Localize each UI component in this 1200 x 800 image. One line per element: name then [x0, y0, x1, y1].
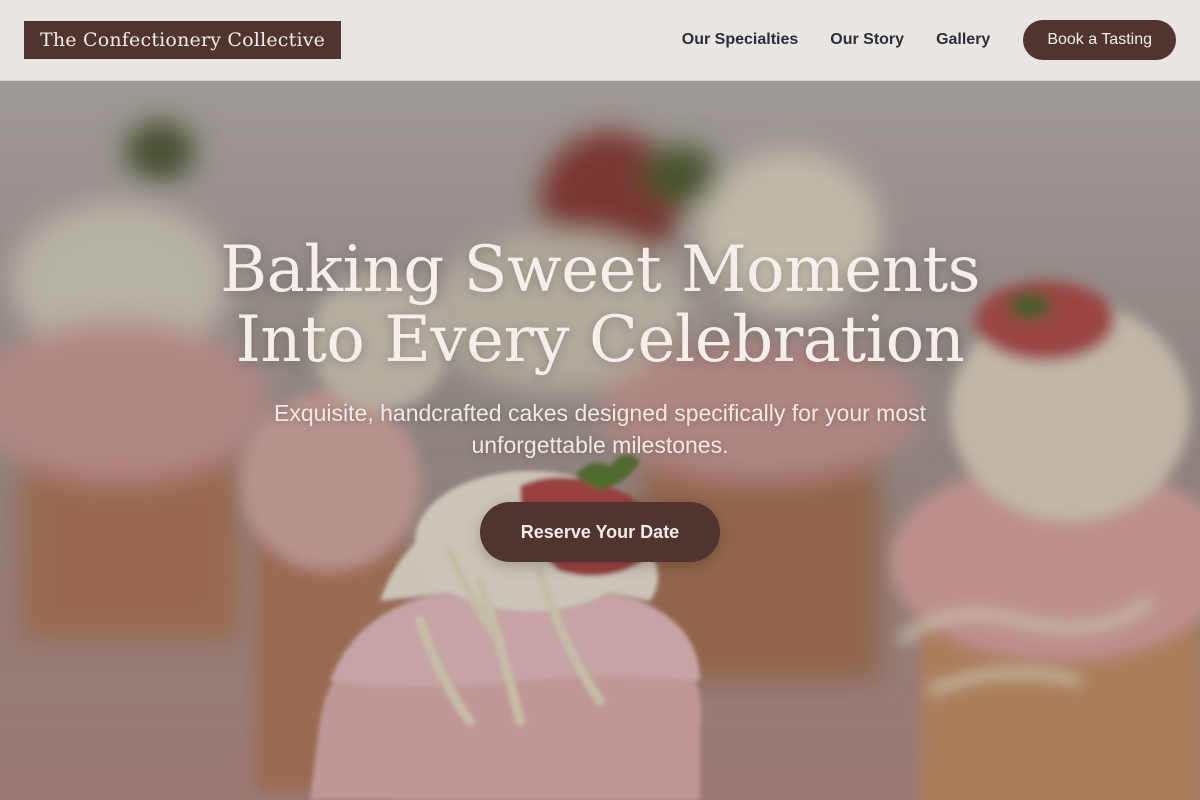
- site-header: The Confectionery Collective Our Special…: [0, 0, 1200, 81]
- hero-title: Baking Sweet Moments Into Every Celebrat…: [150, 235, 1050, 375]
- hero-content: Baking Sweet Moments Into Every Celebrat…: [0, 81, 1200, 800]
- nav-link-our-story[interactable]: Our Story: [830, 31, 904, 49]
- nav-link-gallery[interactable]: Gallery: [936, 31, 990, 49]
- hero-title-line-1: Baking Sweet Moments: [220, 233, 980, 307]
- hero-subtitle: Exquisite, handcrafted cakes designed sp…: [274, 400, 926, 458]
- hero-title-line-2: Into Every Celebration: [235, 303, 965, 377]
- reserve-date-button[interactable]: Reserve Your Date: [480, 502, 720, 562]
- site-logo[interactable]: The Confectionery Collective: [24, 21, 342, 59]
- nav-link-specialties[interactable]: Our Specialties: [682, 31, 799, 49]
- main-nav: Our Specialties Our Story Gallery Book a…: [682, 20, 1176, 60]
- hero-section: Baking Sweet Moments Into Every Celebrat…: [0, 81, 1200, 800]
- book-tasting-button[interactable]: Book a Tasting: [1023, 20, 1176, 60]
